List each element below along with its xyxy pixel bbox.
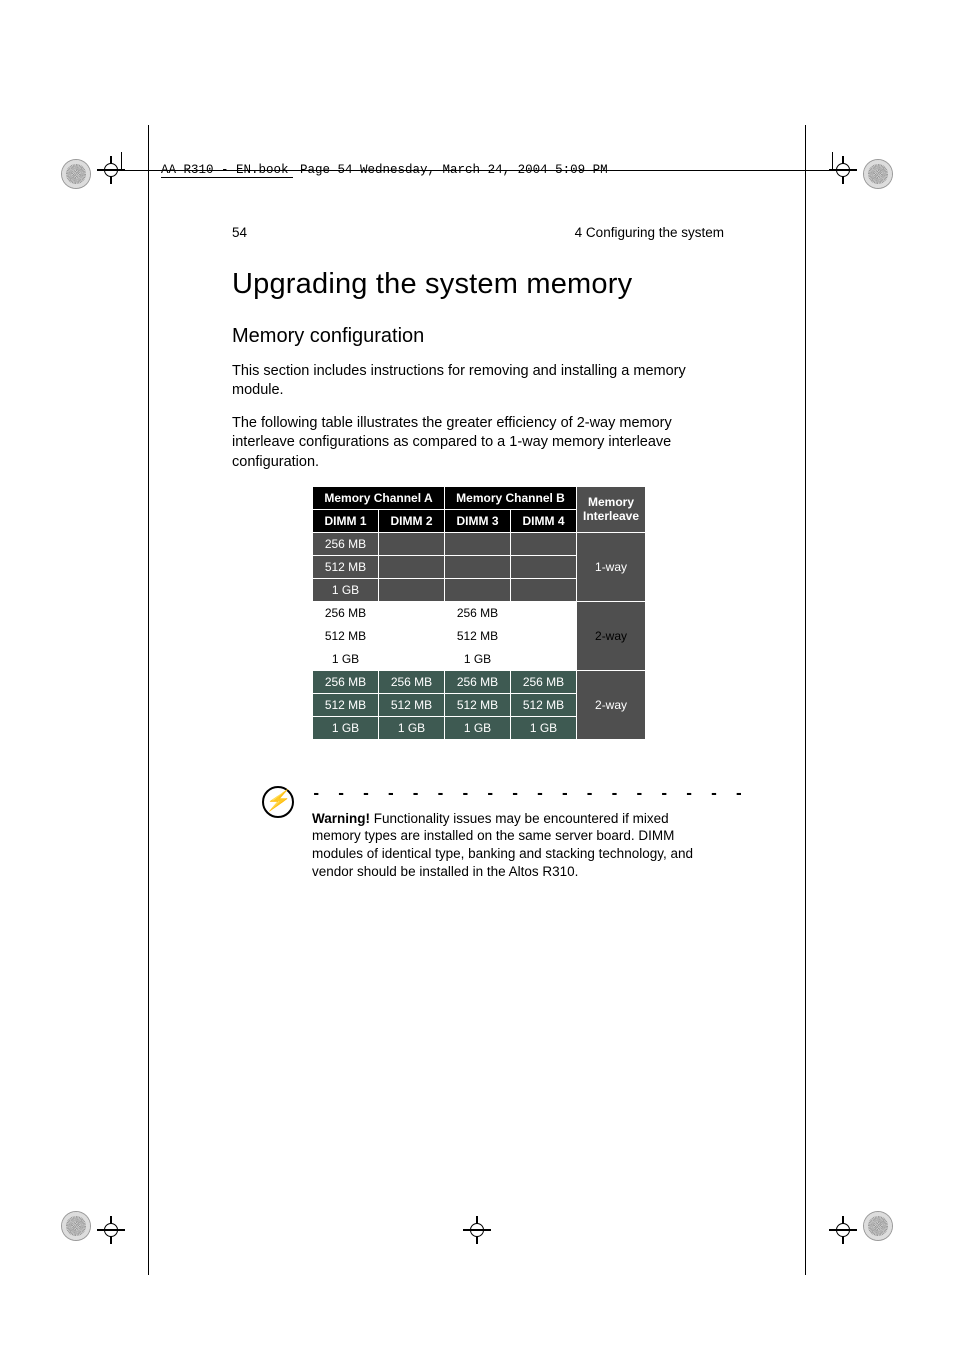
lightning-bolt-icon: ⚡ [262, 786, 294, 818]
table-row: 256 MB 1-way [313, 532, 646, 555]
crop-knurl-icon [864, 160, 892, 188]
th-channel-b: Memory Channel B [445, 486, 577, 509]
crop-knurl-icon [62, 1212, 90, 1240]
running-header: AA R310 - EN.book Page 54 Wednesday, Mar… [161, 163, 608, 177]
registration-mark-icon [833, 160, 853, 180]
th-dimm2: DIMM 2 [379, 509, 445, 532]
th-memory-interleave: MemoryInterleave [577, 486, 646, 532]
chapter-title: 4 Configuring the system [575, 225, 724, 240]
intro-paragraph-1: This section includes instructions for r… [232, 362, 724, 400]
th-dimm4: DIMM 4 [511, 509, 577, 532]
memory-interleave-table: Memory Channel A Memory Channel B Memory… [312, 486, 646, 740]
registration-mark-icon [833, 1220, 853, 1240]
intro-paragraph-2: The following table illustrates the grea… [232, 414, 724, 471]
divider-dashes: - - - - - - - - - - - - - - - - - - - - … [312, 786, 747, 802]
table-row: 256 MB256 MB 2-way [313, 601, 646, 624]
section-title: Memory configuration [232, 325, 724, 348]
book-page-date: Page 54 Wednesday, March 24, 2004 5:09 P… [293, 163, 608, 177]
warning-callout: ⚡ - - - - - - - - - - - - - - - - - - - … [312, 768, 724, 881]
page-number: 54 [232, 225, 247, 240]
registration-mark-icon [101, 1220, 121, 1240]
page-title: Upgrading the system memory [232, 268, 724, 301]
registration-mark-icon [101, 160, 121, 180]
table-row: 256 MB256 MB256 MB256 MB 2-way [313, 670, 646, 693]
th-dimm1: DIMM 1 [313, 509, 379, 532]
crop-knurl-icon [62, 160, 90, 188]
warning-text: Warning! Functionality issues may be enc… [312, 810, 707, 881]
th-channel-a: Memory Channel A [313, 486, 445, 509]
page-header: 54 4 Configuring the system [232, 225, 724, 240]
th-dimm3: DIMM 3 [445, 509, 511, 532]
book-filename: AA R310 - EN.book [161, 163, 293, 178]
crop-knurl-icon [864, 1212, 892, 1240]
